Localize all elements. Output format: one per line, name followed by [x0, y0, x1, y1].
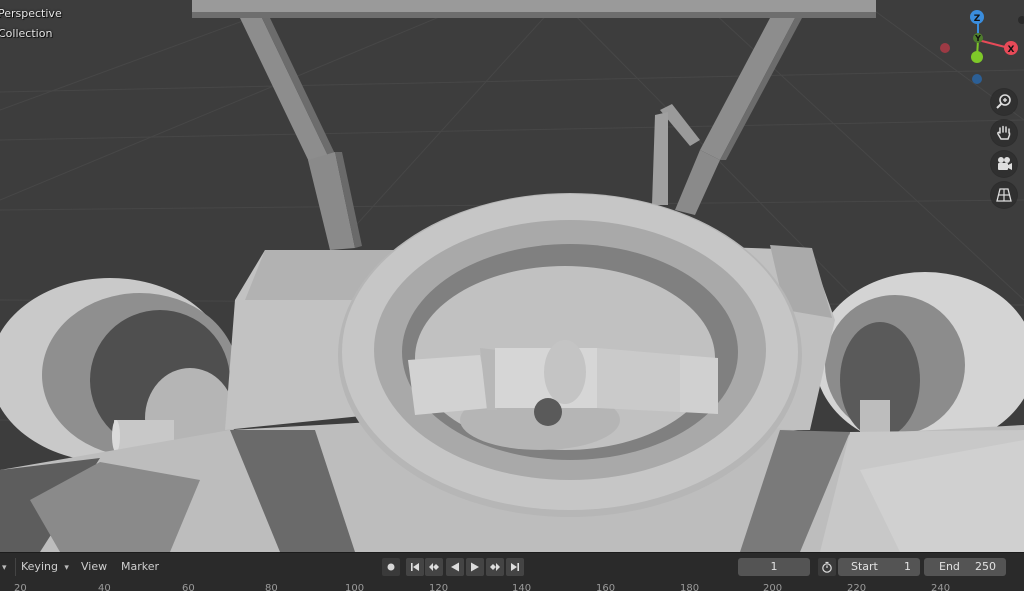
prev-keyframe-icon [429, 563, 439, 571]
gizmo-y-label: Y [974, 34, 981, 43]
marker-menu[interactable]: Marker [121, 558, 159, 576]
jump-start-icon [411, 563, 419, 571]
play-button[interactable] [466, 558, 484, 576]
zoom-icon[interactable] [991, 89, 1017, 115]
gizmo-x-label: X [1008, 45, 1015, 55]
right-pole [700, 18, 795, 160]
navigation-gizmo[interactable]: Z X Y [930, 6, 1024, 90]
right-wheel [815, 272, 1024, 448]
timeline-header: ▾ Keying ▾ View Marker 1 Start 1 End 250 [0, 552, 1024, 581]
viewport-scene [0, 0, 1024, 552]
record-button[interactable] [382, 558, 400, 576]
view-mode-label: Perspective [0, 7, 62, 20]
pan-hand-icon[interactable] [991, 120, 1017, 146]
jump-end-button[interactable] [506, 558, 524, 576]
ruler-tick: 60 [182, 583, 195, 591]
grid-ortho-icon[interactable] [991, 182, 1017, 208]
gizmo-z-label: Z [974, 14, 981, 24]
play-reverse-button[interactable] [446, 558, 464, 576]
ruler-tick: 40 [98, 583, 111, 591]
end-frame-field[interactable]: End 250 [924, 558, 1006, 576]
start-frame-field[interactable]: Start 1 [838, 558, 920, 576]
end-value: 250 [975, 560, 996, 573]
ruler-tick: 80 [265, 583, 278, 591]
gizmo-neg-x [940, 43, 950, 53]
next-keyframe-button[interactable] [486, 558, 504, 576]
ruler-tick: 240 [931, 583, 951, 591]
collection-label: Collection [0, 27, 53, 40]
ruler-tick: 220 [847, 583, 867, 591]
editor-type-dropdown[interactable]: ▾ [2, 558, 7, 576]
ruler-tick: 20 [14, 583, 27, 591]
view-menu[interactable]: View [81, 558, 107, 576]
ruler-tick: 100 [345, 583, 365, 591]
prev-keyframe-button[interactable] [425, 558, 443, 576]
gizmo-neg-z [972, 74, 982, 84]
start-label: Start [851, 560, 878, 573]
ruler-tick: 160 [596, 583, 616, 591]
next-keyframe-icon [490, 563, 500, 571]
current-frame-field[interactable]: 1 [738, 558, 810, 576]
ruler-tick: 180 [680, 583, 700, 591]
keying-dropdown[interactable]: Keying ▾ [15, 558, 69, 576]
camera-icon[interactable] [991, 151, 1017, 177]
start-value: 1 [904, 560, 911, 573]
play-icon [471, 562, 479, 572]
jump-start-button[interactable] [406, 558, 424, 576]
stopwatch-icon[interactable] [818, 558, 836, 576]
keying-label: Keying [21, 560, 58, 573]
end-label: End [939, 560, 960, 573]
timeline-ruler[interactable]: 20 40 60 80 100 120 140 160 180 200 220 … [0, 581, 1024, 591]
gizmo-y [971, 51, 983, 63]
play-reverse-icon [451, 562, 459, 572]
3d-viewport[interactable]: Perspective Collection Z X Y [0, 0, 1024, 552]
chevron-down-icon: ▾ [2, 563, 7, 573]
ruler-tick: 140 [512, 583, 532, 591]
jump-end-icon [511, 563, 519, 571]
ruler-tick: 200 [763, 583, 783, 591]
ruler-tick: 120 [429, 583, 449, 591]
left-pole [240, 18, 330, 168]
chevron-down-icon: ▾ [61, 563, 69, 573]
